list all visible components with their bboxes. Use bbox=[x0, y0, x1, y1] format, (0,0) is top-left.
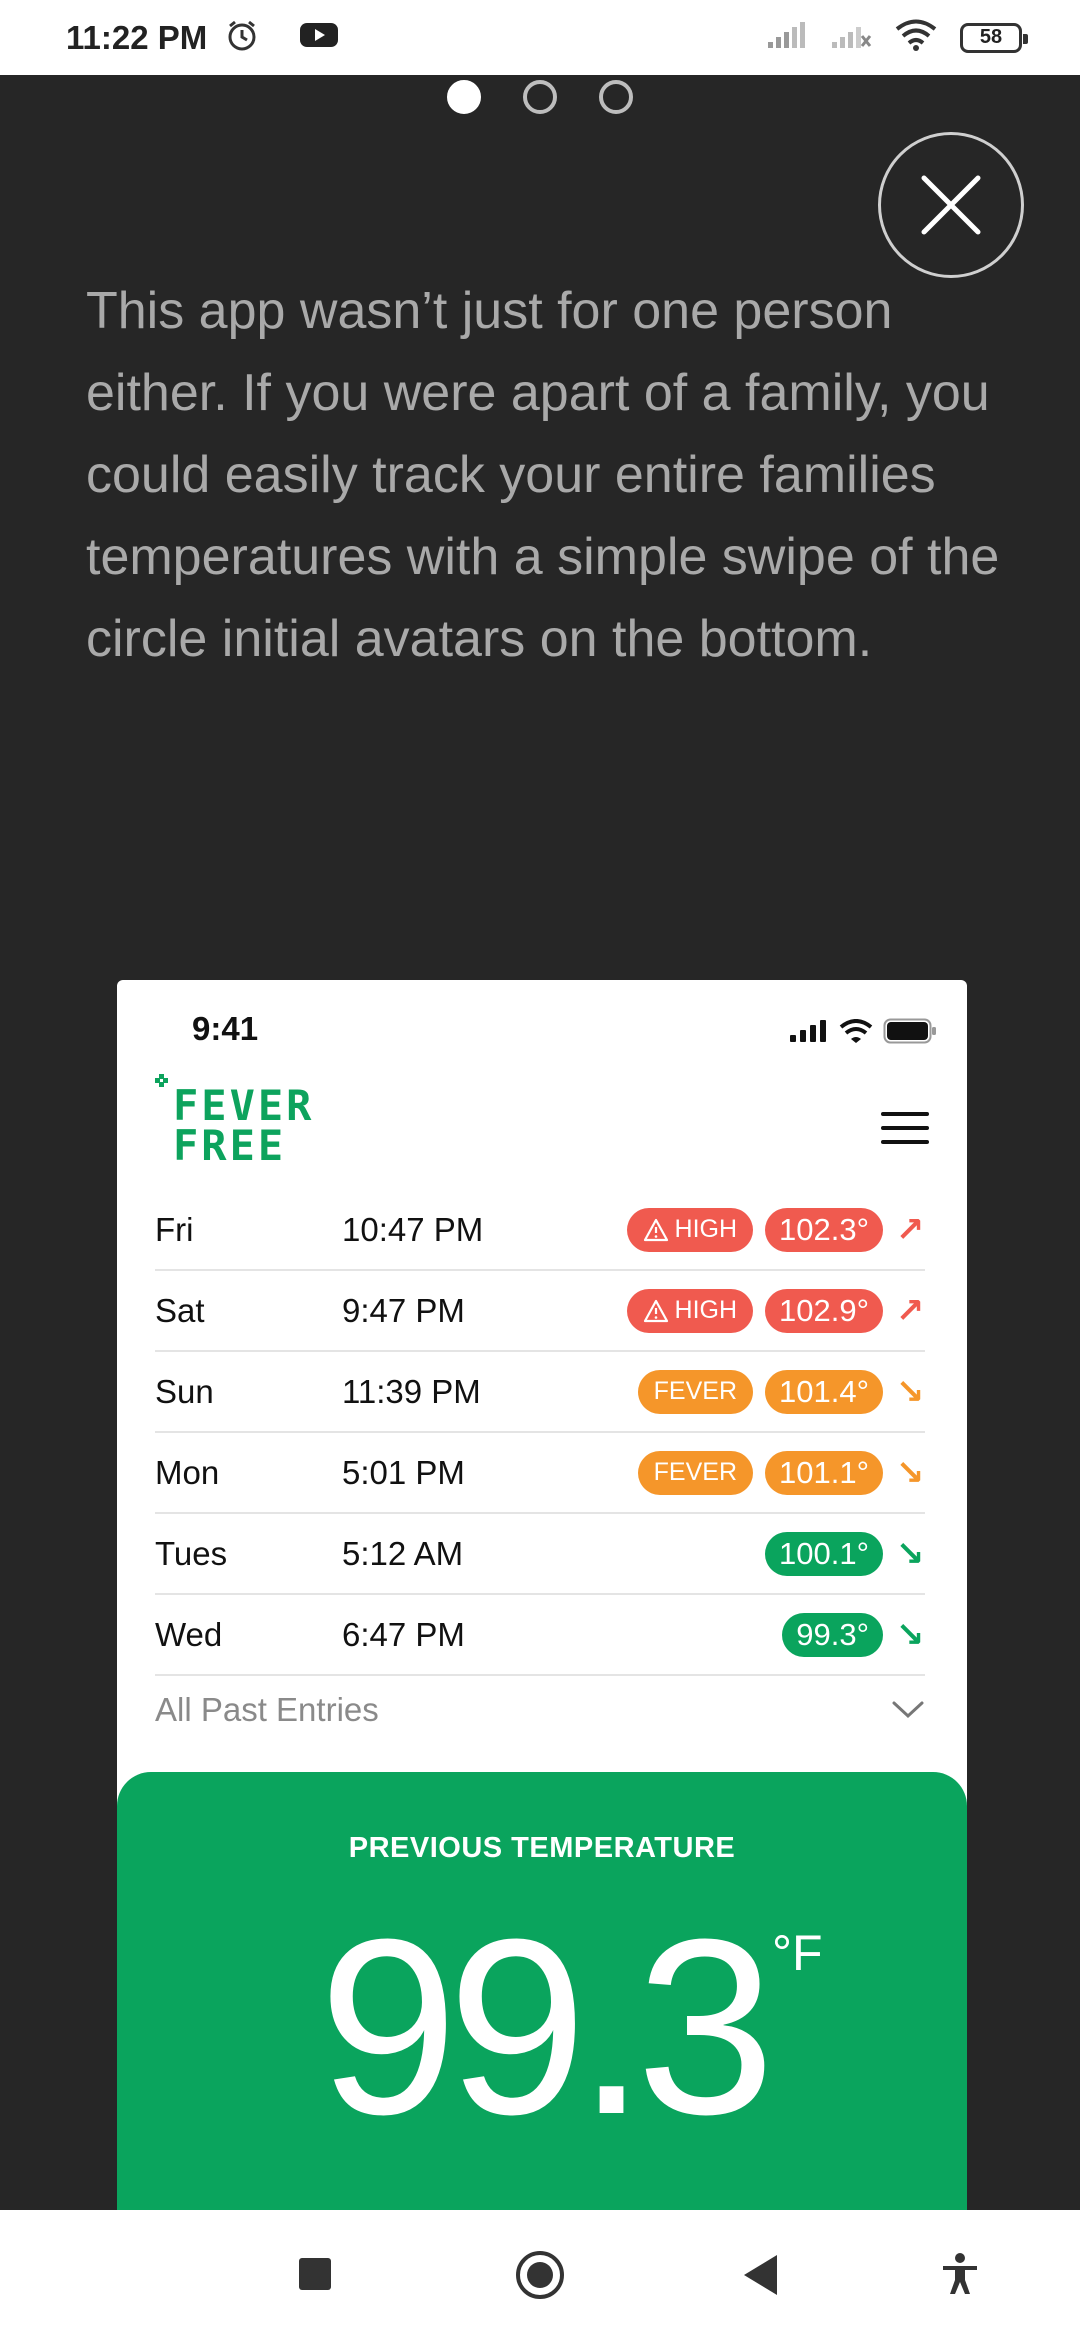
alarm-icon bbox=[225, 18, 259, 57]
status-time: 11:22 PM bbox=[66, 18, 208, 56]
trend-up-icon: ↗ bbox=[895, 1291, 925, 1330]
entries-list: Fri 10:47 PM HIGH 102.3° ↗ Sat 9:47 PM HIGH 102.… bbox=[155, 1190, 925, 1676]
entry-row[interactable]: Fri 10:47 PM HIGH 102.3° ↗ bbox=[155, 1190, 925, 1271]
home-icon[interactable] bbox=[516, 2251, 564, 2299]
previous-temperature-panel: PREVIOUS TEMPERATURE 99.3 °F bbox=[117, 1772, 967, 2210]
navigation-bar bbox=[0, 2210, 1080, 2340]
recents-icon[interactable] bbox=[299, 2258, 331, 2290]
badge-label: FEVER bbox=[653, 1377, 738, 1405]
entry-time: 10:47 PM bbox=[342, 1210, 484, 1248]
temperature-pill: 100.1° bbox=[765, 1531, 883, 1576]
warning-icon bbox=[643, 1218, 668, 1241]
badge-label: HIGH bbox=[674, 1296, 738, 1324]
trend-down-icon: ↘ bbox=[895, 1534, 925, 1573]
wifi-icon bbox=[839, 1019, 873, 1043]
entry-row[interactable]: Tues 5:12 AM 100.1° ↘ bbox=[155, 1514, 925, 1595]
wifi-icon bbox=[894, 18, 938, 57]
youtube-icon bbox=[299, 20, 339, 55]
signal-icon bbox=[766, 20, 808, 55]
entry-row[interactable]: Sun 11:39 PM FEVER 101.4° ↘ bbox=[155, 1352, 925, 1433]
entry-time: 11:39 PM bbox=[342, 1372, 481, 1410]
story-text: This app wasn’t just for one person eith… bbox=[86, 282, 1000, 668]
menu-button[interactable] bbox=[881, 1112, 929, 1154]
pager-dot-3[interactable] bbox=[599, 80, 633, 114]
entry-time: 9:47 PM bbox=[342, 1291, 465, 1329]
signal-off-icon bbox=[830, 20, 872, 55]
entry-day: Wed bbox=[155, 1615, 223, 1653]
ios-status-bar: 9:41 bbox=[117, 980, 967, 1070]
entry-day: Mon bbox=[155, 1453, 220, 1491]
entry-time: 5:01 PM bbox=[342, 1453, 465, 1491]
trend-down-icon: ↘ bbox=[895, 1372, 925, 1411]
entry-row[interactable]: Mon 5:01 PM FEVER 101.1° ↘ bbox=[155, 1433, 925, 1514]
pager-dot-1[interactable] bbox=[447, 80, 481, 114]
pager-dots bbox=[0, 80, 1080, 114]
trend-up-icon: ↗ bbox=[895, 1210, 925, 1249]
fever-free-logo: FEVER FREE bbox=[155, 1074, 315, 1170]
entry-row[interactable]: Wed 6:47 PM 99.3° ↘ bbox=[155, 1595, 925, 1676]
entry-time: 6:47 PM bbox=[342, 1615, 465, 1653]
past-entries-label: All Past Entries bbox=[155, 1691, 379, 1728]
pager-dot-2[interactable] bbox=[523, 80, 557, 114]
accessibility-icon[interactable] bbox=[940, 2252, 980, 2296]
entry-day: Sun bbox=[155, 1372, 214, 1410]
close-button[interactable] bbox=[878, 132, 1024, 278]
all-past-entries[interactable]: All Past Entries bbox=[155, 1680, 925, 1740]
battery-icon: 58 bbox=[960, 22, 1028, 53]
temperature-pill: 101.1° bbox=[765, 1450, 883, 1495]
status-bar: 11:22 PM 58 bbox=[0, 0, 1080, 75]
app-preview-card: 9:41 FEVER FREE Fri 10:47 PM HIGH 102.3° ↗ Sa… bbox=[117, 980, 967, 2210]
logo-line-1: FEVER bbox=[173, 1081, 315, 1130]
logo-line-2: FREE bbox=[173, 1121, 287, 1170]
previous-temperature-label: PREVIOUS TEMPERATURE bbox=[348, 1832, 736, 1864]
fever-badge: FEVER bbox=[637, 1450, 754, 1495]
previous-temperature-value: 99.3 bbox=[318, 1887, 776, 2166]
entry-day: Tues bbox=[155, 1534, 228, 1572]
badge-label: HIGH bbox=[674, 1215, 738, 1243]
temperature-pill: 102.3° bbox=[765, 1207, 883, 1252]
battery-icon bbox=[883, 1018, 936, 1044]
high-badge: HIGH bbox=[626, 1288, 754, 1333]
trend-down-icon: ↘ bbox=[895, 1615, 925, 1654]
ios-time: 9:41 bbox=[192, 1010, 259, 1047]
fever-badge: FEVER bbox=[637, 1369, 754, 1414]
entry-row[interactable]: Sat 9:47 PM HIGH 102.9° ↗ bbox=[155, 1271, 925, 1352]
cellular-icon bbox=[790, 1020, 826, 1042]
app-header: FEVER FREE bbox=[117, 1070, 967, 1180]
entry-day: Fri bbox=[155, 1210, 194, 1248]
entry-day: Sat bbox=[155, 1291, 205, 1329]
trend-down-icon: ↘ bbox=[895, 1453, 925, 1492]
chevron-down-icon bbox=[892, 1701, 924, 1719]
entry-time: 5:12 AM bbox=[342, 1534, 464, 1572]
high-badge: HIGH bbox=[626, 1207, 754, 1252]
temperature-unit: °F bbox=[772, 1925, 823, 1981]
badge-label: FEVER bbox=[653, 1458, 738, 1486]
warning-icon bbox=[643, 1299, 668, 1322]
temperature-pill: 102.9° bbox=[765, 1288, 883, 1333]
temperature-pill: 101.4° bbox=[765, 1369, 883, 1414]
close-icon bbox=[921, 175, 981, 235]
back-icon[interactable] bbox=[744, 2255, 777, 2295]
temperature-pill: 99.3° bbox=[782, 1612, 883, 1657]
